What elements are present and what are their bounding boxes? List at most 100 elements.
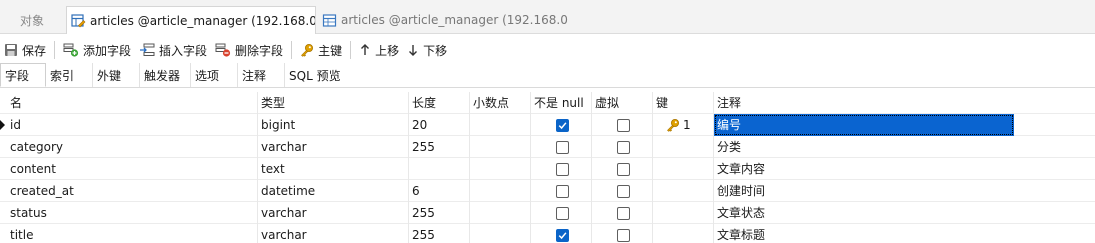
- table-row[interactable]: status varchar 255 文章状态: [0, 202, 1095, 224]
- key-position-label: 1: [683, 118, 691, 132]
- comment-cell[interactable]: 文章内容: [714, 158, 1014, 180]
- tab-foreign-keys-label: 外键: [97, 68, 122, 83]
- field-length-cell[interactable]: 255: [409, 202, 470, 224]
- table-row[interactable]: id bigint 20 1 编号: [0, 114, 1095, 136]
- field-name-cell[interactable]: created_at: [7, 180, 258, 202]
- not-null-checkbox[interactable]: [556, 119, 569, 132]
- move-down-button[interactable]: 下移: [403, 38, 451, 62]
- not-null-checkbox[interactable]: [556, 207, 569, 220]
- comment-cell[interactable]: 创建时间: [714, 180, 1014, 202]
- column-header-decimals[interactable]: 小数点: [470, 92, 531, 114]
- delete-field-button[interactable]: 删除字段: [211, 38, 287, 62]
- move-up-label: 上移: [375, 43, 400, 58]
- column-header-name[interactable]: 名: [7, 92, 258, 114]
- field-name-cell[interactable]: content: [7, 158, 258, 180]
- key-cell[interactable]: [653, 136, 714, 158]
- grid-body: id bigint 20 1 编号 category varchar 255 分类 content…: [0, 114, 1095, 243]
- virtual-checkbox[interactable]: [617, 207, 630, 220]
- field-decimals-cell[interactable]: [470, 158, 531, 180]
- virtual-checkbox[interactable]: [617, 229, 630, 242]
- column-header-virtual[interactable]: 虚拟: [592, 92, 653, 114]
- column-header-not-null[interactable]: 不是 null: [531, 92, 592, 114]
- virtual-checkbox[interactable]: [617, 185, 630, 198]
- comment-cell[interactable]: 分类: [714, 136, 1014, 158]
- tab-comment[interactable]: 注释: [238, 63, 285, 87]
- arrow-down-icon: [409, 45, 418, 56]
- not-null-checkbox[interactable]: [556, 185, 569, 198]
- field-length-cell[interactable]: 20: [409, 114, 470, 136]
- add-field-label: 添加字段: [83, 43, 132, 58]
- field-decimals-cell[interactable]: [470, 180, 531, 202]
- primary-key-label: 主键: [318, 43, 343, 58]
- field-type-cell[interactable]: datetime: [258, 180, 409, 202]
- column-header-type[interactable]: 类型: [258, 92, 409, 114]
- tab-indexes-label: 索引: [50, 68, 75, 83]
- field-name-cell[interactable]: status: [7, 202, 258, 224]
- add-field-button[interactable]: 添加字段: [59, 38, 135, 62]
- field-decimals-cell[interactable]: [470, 224, 531, 243]
- key-cell[interactable]: [653, 224, 714, 243]
- field-length-cell[interactable]: [409, 158, 470, 180]
- tab-active-label: articles @article_manager (192.168.0...: [90, 13, 316, 28]
- toolbar-divider: [350, 41, 352, 59]
- insert-field-button[interactable]: 插入字段: [135, 38, 211, 62]
- field-type-cell[interactable]: varchar: [258, 202, 409, 224]
- tab-table-design-active[interactable]: articles @article_manager (192.168.0...: [66, 6, 316, 34]
- field-name-cell[interactable]: title: [7, 224, 258, 243]
- field-length-cell[interactable]: 6: [409, 180, 470, 202]
- delete-field-label: 删除字段: [235, 43, 284, 58]
- insert-field-icon: [140, 43, 155, 56]
- tab-indexes[interactable]: 索引: [46, 63, 93, 87]
- table-row[interactable]: created_at datetime 6 创建时间: [0, 180, 1095, 202]
- tab-table-data[interactable]: articles @article_manager (192.168.0...: [318, 6, 568, 34]
- table-row[interactable]: title varchar 255 文章标题: [0, 224, 1095, 243]
- row-marker: [0, 136, 7, 158]
- key-cell[interactable]: 1: [653, 114, 714, 136]
- field-type-cell[interactable]: text: [258, 158, 409, 180]
- key-cell[interactable]: [653, 158, 714, 180]
- tab-inactive-label: articles @article_manager (192.168.0...: [341, 13, 568, 27]
- key-cell[interactable]: [653, 180, 714, 202]
- comment-cell[interactable]: 文章状态: [714, 202, 1014, 224]
- virtual-cell: [592, 224, 653, 243]
- field-decimals-cell[interactable]: [470, 114, 531, 136]
- tab-options[interactable]: 选项: [191, 63, 238, 87]
- field-type-cell[interactable]: varchar: [258, 136, 409, 158]
- virtual-checkbox[interactable]: [617, 163, 630, 176]
- tab-objects-label: 对象: [19, 13, 44, 28]
- primary-key-button[interactable]: 主键: [296, 38, 346, 62]
- comment-cell[interactable]: 文章标题: [714, 224, 1014, 243]
- field-decimals-cell[interactable]: [470, 202, 531, 224]
- field-decimals-cell[interactable]: [470, 136, 531, 158]
- field-length-cell[interactable]: 255: [409, 224, 470, 243]
- virtual-checkbox[interactable]: [617, 119, 630, 132]
- not-null-checkbox[interactable]: [556, 163, 569, 176]
- field-type-cell[interactable]: bigint: [258, 114, 409, 136]
- tab-foreign-keys[interactable]: 外键: [93, 63, 140, 87]
- toolbar-divider: [54, 41, 56, 59]
- tab-triggers[interactable]: 触发器: [140, 63, 191, 87]
- field-name-cell[interactable]: id: [7, 114, 258, 136]
- not-null-checkbox[interactable]: [556, 141, 569, 154]
- row-marker: [0, 114, 7, 136]
- virtual-checkbox[interactable]: [617, 141, 630, 154]
- field-length-cell[interactable]: 255: [409, 136, 470, 158]
- field-name-cell[interactable]: category: [7, 136, 258, 158]
- tab-objects[interactable]: 对象: [0, 6, 64, 34]
- column-header-comment[interactable]: 注释: [714, 92, 1014, 114]
- table-row[interactable]: content text 文章内容: [0, 158, 1095, 180]
- save-button[interactable]: 保存: [0, 38, 50, 62]
- column-header-length[interactable]: 长度: [409, 92, 470, 114]
- key-cell[interactable]: [653, 202, 714, 224]
- tab-fields[interactable]: 字段: [0, 63, 46, 87]
- tab-fields-label: 字段: [5, 68, 30, 83]
- key-icon: [301, 44, 314, 57]
- tab-sql-preview[interactable]: SQL 预览: [285, 63, 347, 87]
- move-up-button[interactable]: 上移: [355, 38, 403, 62]
- column-header-key[interactable]: 键: [653, 92, 714, 114]
- delete-field-icon: [215, 43, 231, 57]
- table-row[interactable]: category varchar 255 分类: [0, 136, 1095, 158]
- field-type-cell[interactable]: varchar: [258, 224, 409, 243]
- comment-cell[interactable]: 编号: [714, 114, 1014, 136]
- not-null-checkbox[interactable]: [556, 229, 569, 242]
